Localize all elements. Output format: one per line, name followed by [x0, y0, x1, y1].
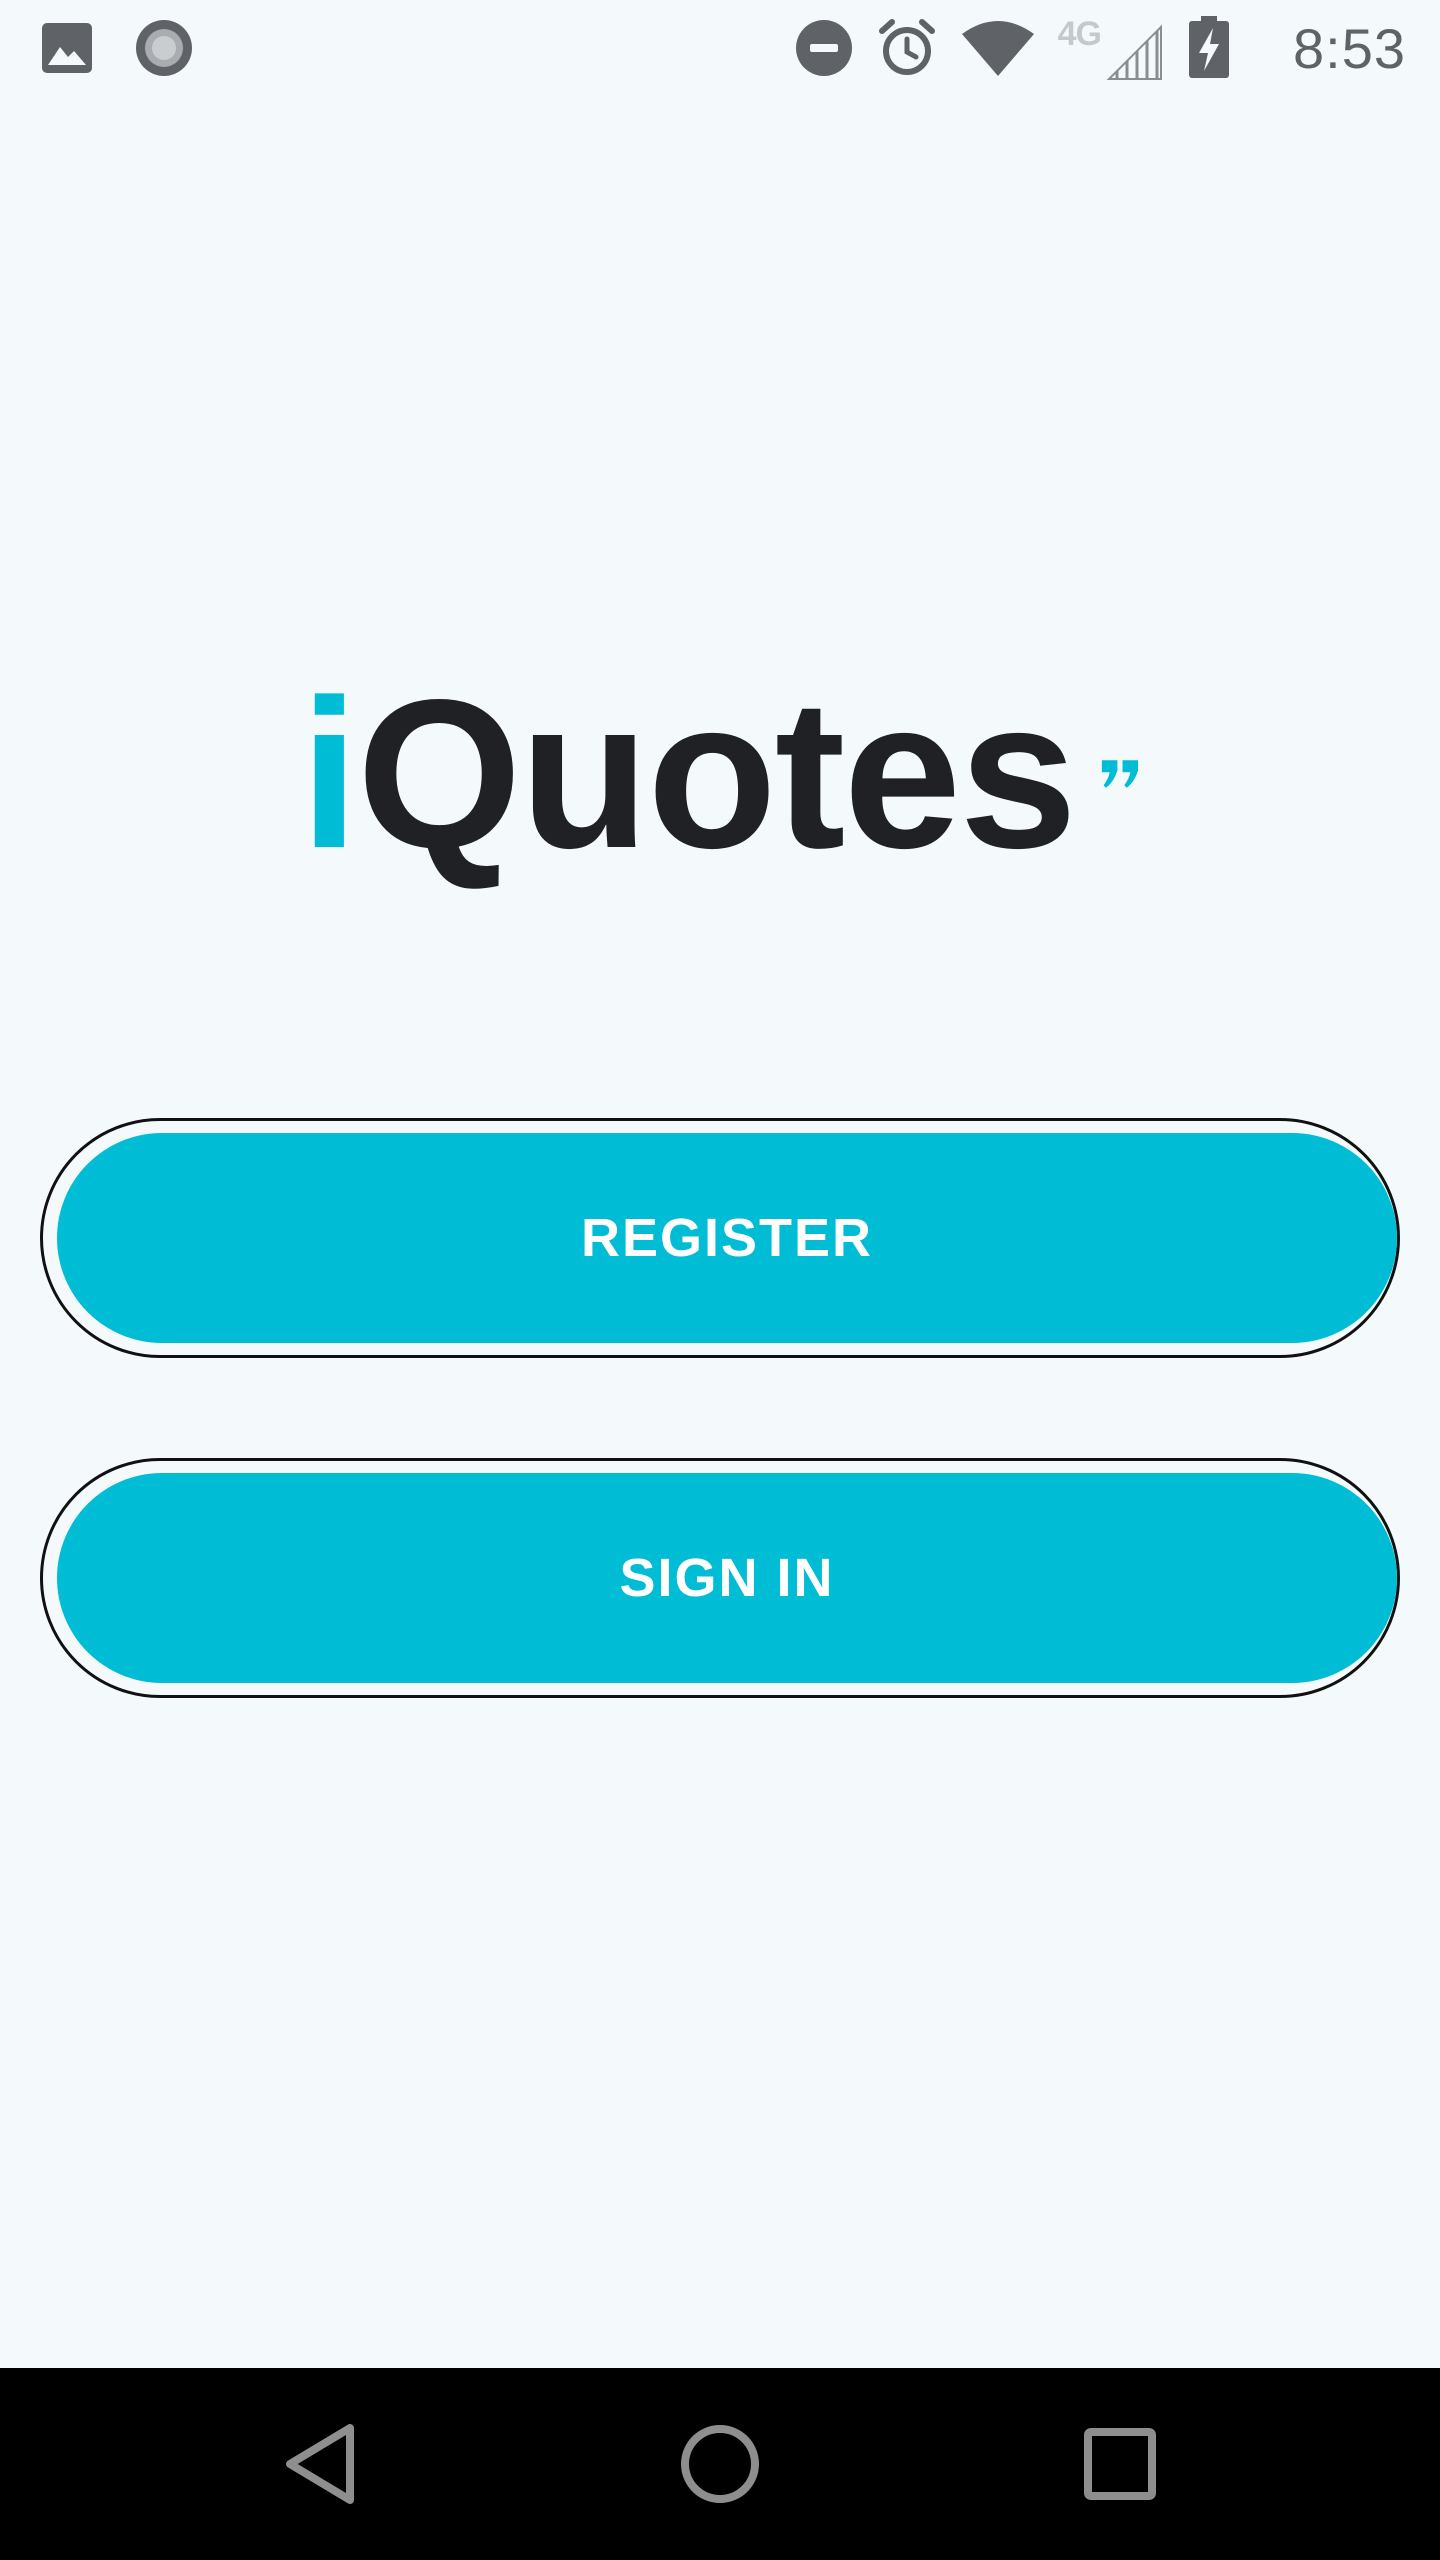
app-logo: iQuotes [300, 668, 1140, 888]
wifi-icon [961, 21, 1034, 76]
do-not-disturb-icon [795, 20, 852, 76]
battery-charging-icon [1189, 16, 1229, 78]
quote-mark-icon [1102, 760, 1139, 788]
status-bar: 4G 8:53 [0, 0, 1440, 96]
nav-back-button[interactable] [260, 2404, 380, 2524]
navigation-bar [0, 2368, 1440, 2560]
signin-button-frame: SIGN IN [40, 1458, 1400, 1698]
status-bar-system: 4G 8:53 [794, 0, 1406, 96]
alarm-icon [878, 19, 935, 75]
nav-recents-button[interactable] [1060, 2404, 1180, 2524]
logo-prefix: i [300, 655, 359, 892]
register-button-frame: REGISTER [40, 1118, 1400, 1358]
nav-home-button[interactable] [660, 2404, 780, 2524]
status-time: 8:53 [1293, 16, 1406, 80]
record-notification-icon [136, 20, 192, 76]
back-icon [286, 2424, 354, 2504]
register-button[interactable]: REGISTER [57, 1133, 1397, 1343]
logo-wordmark: iQuotes [300, 668, 1077, 880]
gallery-notification-icon [42, 23, 92, 73]
home-icon [681, 2425, 759, 2503]
signin-button[interactable]: SIGN IN [57, 1473, 1397, 1683]
recents-icon [1084, 2428, 1156, 2500]
status-bar-notifications [40, 0, 194, 96]
logo-name: Quotes [356, 655, 1077, 892]
app-screen: 4G 8:53 iQuotes REGISTER SIGN IN [0, 0, 1440, 2560]
cellular-signal-icon [1106, 24, 1162, 80]
network-type-label: 4G [1057, 15, 1102, 53]
cellular-network-group: 4G [1058, 13, 1165, 83]
